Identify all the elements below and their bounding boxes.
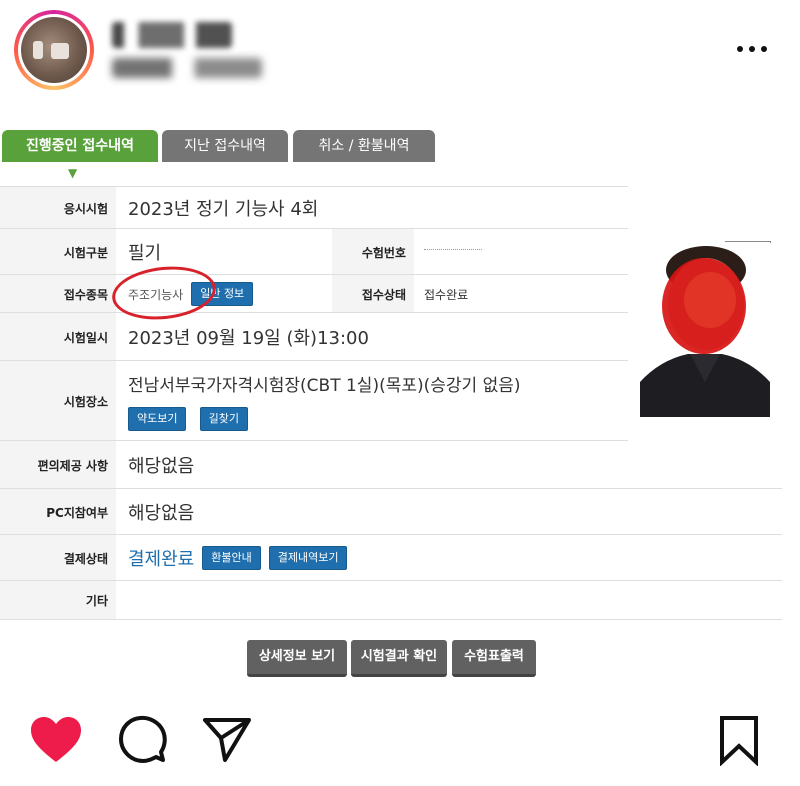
- registration-status: 접수완료: [424, 287, 469, 302]
- table-row: 시험일시 2023년 09월 19일 (화)13:00: [0, 312, 628, 361]
- tab-current-applications[interactable]: 진행중인 접수내역: [2, 130, 158, 162]
- table-row: 응시시험 2023년 정기 기능사 4회: [0, 186, 628, 229]
- print-admission-ticket-button[interactable]: 수험표출력: [452, 640, 536, 677]
- row-label: 응시시험: [0, 187, 116, 229]
- row-label: 편의제공 사항: [0, 441, 116, 489]
- row-label: 결제상태: [0, 535, 116, 581]
- table-row: 기타: [0, 580, 782, 620]
- payment-status: 결제완료: [128, 549, 195, 570]
- table-row: 접수종목 주조기능사 일반 정보 접수상태 접수완료: [0, 274, 628, 313]
- exam-type: 필기: [128, 243, 162, 264]
- row-label: 기타: [0, 581, 116, 619]
- send-icon[interactable]: [200, 714, 254, 766]
- exam-venue: 전남서부국가자격시험장(CBT 1실)(목포)(승강기 없음): [128, 376, 521, 396]
- tab-cancel-refund[interactable]: 취소 / 환불내역: [293, 130, 435, 162]
- category-info-button[interactable]: 일반 정보: [191, 282, 254, 306]
- table-row: 시험장소 전남서부국가자격시험장(CBT 1실)(목포)(승강기 없음) 약도보…: [0, 360, 628, 441]
- tab-past-applications[interactable]: 지난 접수내역: [162, 130, 288, 162]
- table-row: 편의제공 사항 해당없음: [0, 440, 628, 489]
- exam-result-button[interactable]: 시험결과 확인: [351, 640, 447, 677]
- refund-info-button[interactable]: 환불안내: [202, 546, 261, 570]
- directions-button[interactable]: 길찾기: [199, 407, 248, 431]
- embedded-screenshot: 진행중인 접수내역 지난 접수내역 취소 / 환불내역 ▼ 응시시험 2023년…: [0, 104, 800, 686]
- row-label: 접수상태: [332, 275, 414, 313]
- row-label: 시험구분: [0, 229, 116, 275]
- row-label: 접수종목: [0, 275, 116, 313]
- row-label: 수험번호: [332, 229, 414, 275]
- category-value: 주조기능사: [128, 287, 184, 302]
- heart-filled-icon[interactable]: [28, 714, 84, 766]
- exam-number-redacted: [424, 249, 482, 250]
- more-horizontal-icon[interactable]: [735, 44, 769, 54]
- table-row: 시험구분 필기 수험번호: [0, 228, 628, 275]
- details-button[interactable]: 상세정보 보기: [247, 640, 347, 677]
- payment-history-button[interactable]: 결제내역보기: [268, 546, 348, 570]
- map-button[interactable]: 약도보기: [128, 407, 187, 431]
- row-label: 시험장소: [0, 361, 116, 441]
- applicant-photo-censored: [640, 242, 770, 417]
- post-action-bar: [0, 700, 800, 786]
- avatar: [21, 17, 87, 83]
- row-label: PC지참여부: [0, 489, 116, 535]
- row-label: 시험일시: [0, 313, 116, 361]
- convenience-value: 해당없음: [128, 456, 195, 477]
- username-blurred[interactable]: [112, 22, 232, 48]
- pc-value: 해당없음: [128, 503, 195, 524]
- comment-icon[interactable]: [116, 714, 168, 766]
- table-row: PC지참여부 해당없음: [0, 488, 782, 535]
- exam-datetime: 2023년 09월 19일 (화)13:00: [128, 328, 369, 349]
- post-header: [0, 0, 800, 100]
- tab-bar: 진행중인 접수내역 지난 접수내역 취소 / 환불내역: [0, 130, 800, 164]
- story-ring[interactable]: [14, 10, 94, 90]
- table-row: 결제상태 결제완료 환불안내 결제내역보기: [0, 534, 782, 581]
- bookmark-icon[interactable]: [716, 714, 762, 766]
- exam-name: 2023년 정기 기능사 4회: [128, 199, 319, 220]
- chevron-down-icon: ▼: [68, 166, 78, 180]
- subtitle-blurred: [112, 58, 262, 78]
